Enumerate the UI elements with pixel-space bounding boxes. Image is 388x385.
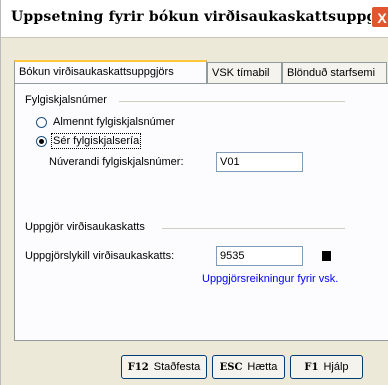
vat-settlement-key-input[interactable] — [216, 246, 303, 266]
vat-settlement-key-label: Uppgjörslykill virðisaukaskatts: — [25, 250, 175, 262]
radio-label: Almennt fylgiskjalsnúmer — [53, 116, 175, 128]
help-label: Hjálp — [323, 361, 349, 373]
tab-vsk-booking[interactable]: Bókun virðisaukaskattsuppgjörs — [14, 60, 207, 83]
help-key: F1 — [304, 362, 319, 373]
radio-special-voucher-series[interactable]: Sér fylgiskjalsería — [36, 133, 142, 149]
help-button[interactable]: F1 Hjálp — [290, 355, 363, 379]
voucher-group-title: Fylgiskjalsnúmer — [25, 94, 107, 106]
cancel-key: ESC — [219, 362, 243, 373]
lookup-dropdown-icon[interactable] — [321, 250, 332, 262]
title-bar: Uppsetning fyrir bókun virðisaukaskattsu… — [1, 0, 388, 38]
confirm-label: Staðfesta — [153, 361, 201, 373]
close-button[interactable]: X — [371, 6, 388, 28]
radio-selected-icon — [36, 135, 47, 147]
tab-vsk-periods[interactable]: VSK tímabil — [207, 62, 282, 83]
group-divider — [119, 101, 345, 102]
cancel-label: Hætta — [247, 361, 278, 373]
tab-label: Bókun virðisaukaskattsuppgjörs — [19, 66, 174, 78]
current-voucher-label: Núverandi fylgiskjalsnúmer: — [49, 156, 184, 168]
vat-settlement-group-title: Uppgjör virðisaukaskatts — [25, 221, 145, 233]
radio-label: Sér fylgiskjalsería — [50, 133, 142, 149]
tab-label: Blönduð starfsemi — [287, 67, 376, 79]
radio-general-voucher[interactable]: Almennt fylgiskjalsnúmer — [36, 116, 175, 128]
group-divider — [162, 228, 345, 229]
radio-icon — [36, 116, 47, 128]
window-title: Uppsetning fyrir bókun virðisaukaskattsu… — [11, 9, 388, 25]
vat-settlement-account-link[interactable]: Uppgjörsreikningur fyrir vsk. — [202, 273, 338, 285]
settings-dialog: Uppsetning fyrir bókun virðisaukaskattsu… — [0, 0, 388, 385]
close-icon: X — [377, 10, 387, 26]
tab-label: VSK tímabil — [212, 67, 270, 79]
cancel-button[interactable]: ESC Hætta — [212, 355, 285, 379]
confirm-key: F12 — [127, 362, 149, 373]
current-voucher-input[interactable] — [216, 152, 303, 172]
confirm-button[interactable]: F12 Staðfesta — [121, 355, 207, 379]
tab-panel: Fylgiskjalsnúmer Almennt fylgiskjalsnúme… — [14, 83, 388, 341]
tab-mixed-operations[interactable]: Blönduð starfsemi — [282, 62, 387, 83]
